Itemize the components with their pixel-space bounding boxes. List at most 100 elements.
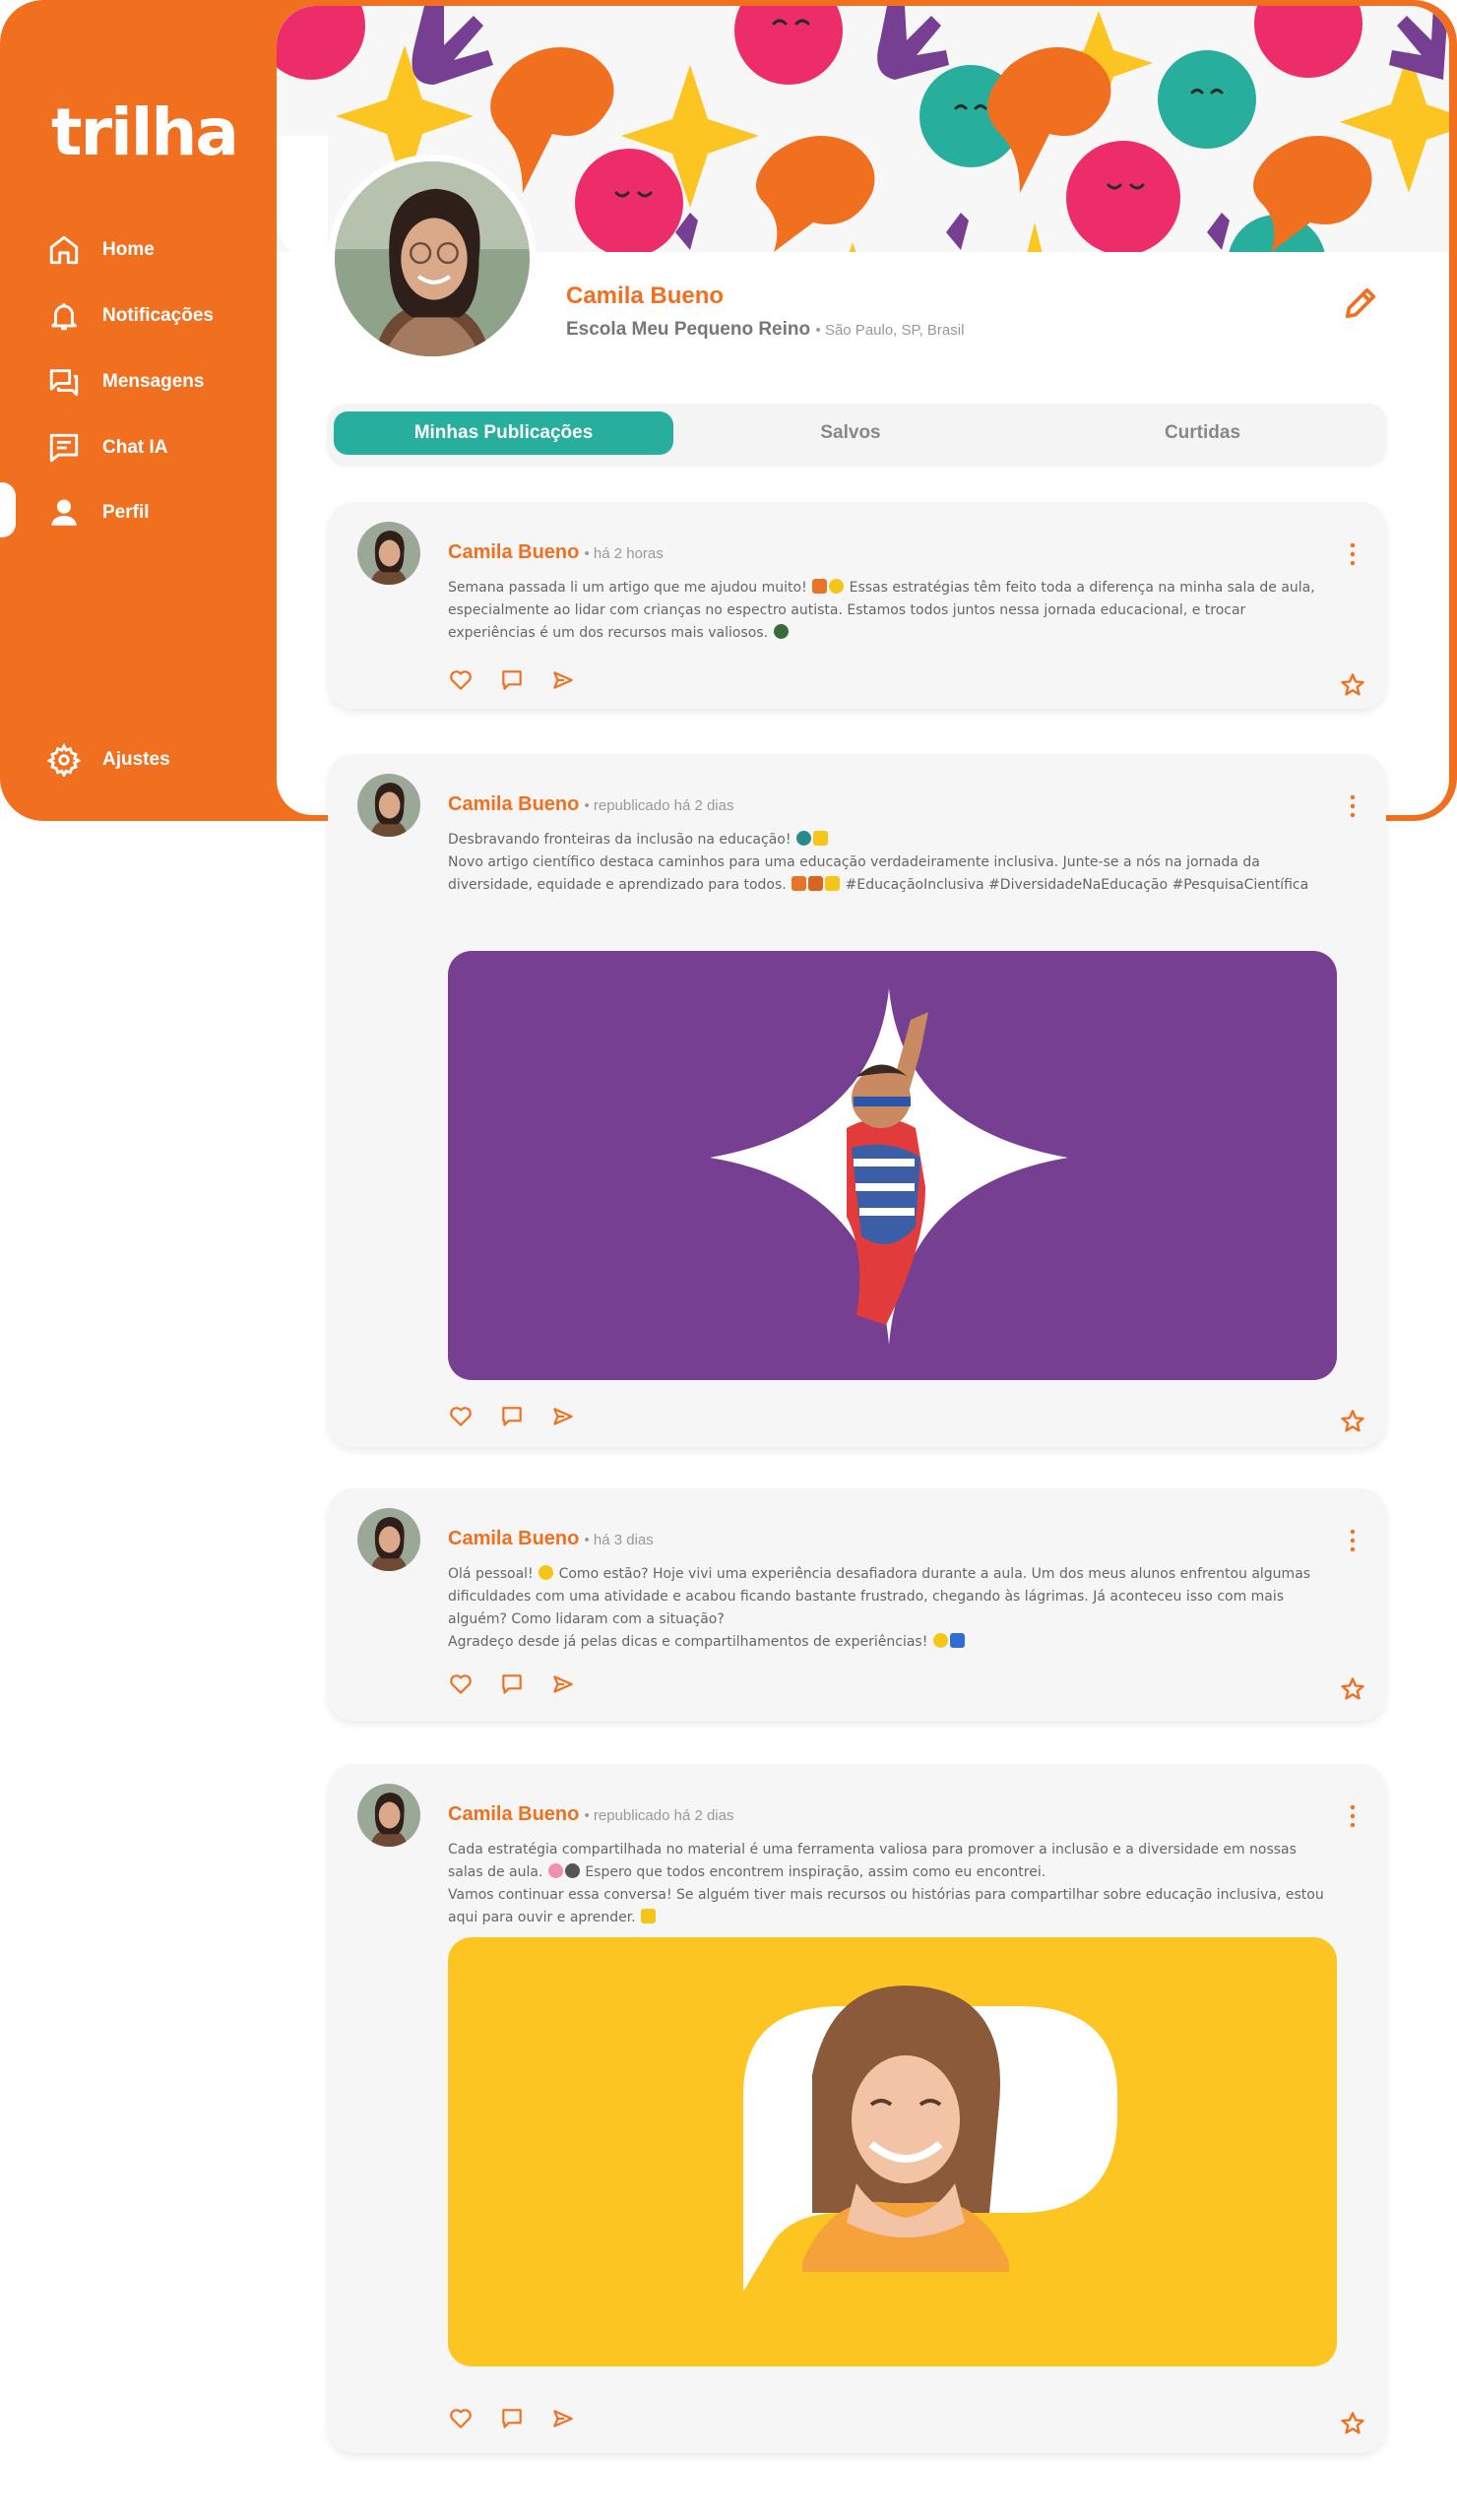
post-card: Camila Bueno • há 3 dias Olá pessoal! Co… xyxy=(328,1488,1386,1721)
post-author[interactable]: Camila Bueno xyxy=(448,1803,579,1825)
more-options-icon[interactable] xyxy=(1343,1526,1362,1555)
sidebar-item-chat-ia[interactable]: Chat IA xyxy=(47,428,168,468)
post-line: Olá pessoal! xyxy=(448,1566,534,1582)
post-hashtags[interactable]: #EducaçãoInclusiva #DiversidadeNaEducaçã… xyxy=(846,877,1309,893)
post-author[interactable]: Camila Bueno xyxy=(448,793,579,815)
post-text: Semana passada li um artigo que me ajudo… xyxy=(448,577,1334,645)
post-header: Camila Bueno • há 2 horas xyxy=(448,541,664,564)
post-image[interactable] xyxy=(448,951,1337,1380)
like-icon[interactable] xyxy=(448,2406,474,2431)
post-line: Espero que todos encontrem inspiração, a… xyxy=(585,1864,1046,1880)
save-star-icon[interactable] xyxy=(1339,2410,1366,2437)
smile-emoji xyxy=(932,1633,948,1648)
like-icon[interactable] xyxy=(448,1671,474,1697)
post-line: Vamos continuar essa conversa! Se alguém… xyxy=(448,1887,1324,1925)
profile-location: • São Paulo, SP, Brasil xyxy=(816,322,965,339)
messages-icon xyxy=(49,369,79,397)
share-icon[interactable] xyxy=(550,2406,576,2431)
comment-icon[interactable] xyxy=(499,1671,525,1697)
comment-icon[interactable] xyxy=(499,667,525,693)
more-options-icon[interactable] xyxy=(1343,539,1362,569)
share-icon[interactable] xyxy=(550,1404,576,1429)
post-timestamp: • há 2 horas xyxy=(584,545,664,562)
sidebar-item-perfil[interactable]: Perfil xyxy=(47,493,150,533)
separator: • xyxy=(815,322,821,339)
location-text: São Paulo, SP, Brasil xyxy=(824,322,965,339)
post-actions xyxy=(448,1404,576,1429)
post-card: Camila Bueno • há 2 horas Semana passada… xyxy=(328,502,1386,709)
share-icon[interactable] xyxy=(550,667,576,693)
sidebar-item-label: Home xyxy=(102,239,155,260)
smile-emoji xyxy=(538,1565,554,1580)
tab-salvos[interactable]: Salvos xyxy=(673,411,1028,455)
banner-corner xyxy=(277,136,328,258)
home-icon xyxy=(49,235,79,265)
profile-subtitle: Escola Meu Pequeno Reino • São Paulo, SP… xyxy=(566,319,964,341)
post-header: Camila Bueno • republicado há 2 dias xyxy=(448,1803,733,1826)
post-line: Semana passada li um artigo que me ajudo… xyxy=(448,580,807,596)
edit-profile-icon[interactable] xyxy=(1341,284,1380,323)
sidebar-item-home[interactable]: Home xyxy=(47,230,155,270)
comment-icon[interactable] xyxy=(499,1404,525,1429)
sidebar-item-ajustes[interactable]: Ajustes xyxy=(47,740,170,780)
post-actions xyxy=(448,667,576,693)
link-emoji xyxy=(564,1863,580,1878)
post-image[interactable] xyxy=(448,1937,1337,2366)
post-author[interactable]: Camila Bueno xyxy=(448,1528,579,1549)
sidebar-item-label: Mensagens xyxy=(102,371,205,392)
sparkle-emoji xyxy=(812,831,828,846)
blue-heart-emoji xyxy=(949,1633,965,1648)
post-timestamp: • há 3 dias xyxy=(584,1532,654,1548)
save-star-icon[interactable] xyxy=(1339,671,1366,699)
trilha-logo[interactable]: trilha xyxy=(51,94,239,170)
bell-icon xyxy=(51,303,77,331)
save-star-icon[interactable] xyxy=(1339,1675,1366,1703)
save-star-icon[interactable] xyxy=(1339,1408,1366,1435)
post-text: Desbravando fronteiras da inclusão na ed… xyxy=(448,829,1334,897)
more-options-icon[interactable] xyxy=(1343,791,1362,821)
post-actions xyxy=(448,1671,576,1697)
like-icon[interactable] xyxy=(448,1404,474,1429)
post-line: Como estão? Hoje vivi uma experiência de… xyxy=(448,1566,1311,1627)
heart-emoji xyxy=(825,876,841,891)
post-actions xyxy=(448,2406,576,2431)
post-avatar[interactable] xyxy=(357,774,420,837)
post-line: Agradeço desde já pelas dicas e comparti… xyxy=(448,1634,928,1650)
profile-school: Escola Meu Pequeno Reino xyxy=(566,319,811,340)
brain-emoji xyxy=(547,1863,563,1878)
post-avatar[interactable] xyxy=(357,522,420,585)
sidebar-item-mensagens[interactable]: Mensagens xyxy=(47,362,204,402)
like-icon[interactable] xyxy=(448,667,474,693)
post-avatar[interactable] xyxy=(357,1784,420,1847)
comment-icon[interactable] xyxy=(499,2406,525,2431)
more-options-icon[interactable] xyxy=(1343,1801,1362,1831)
sidebar-item-label: Ajustes xyxy=(102,749,170,770)
post-header: Camila Bueno • há 3 dias xyxy=(448,1528,654,1550)
share-icon[interactable] xyxy=(550,1671,576,1697)
post-timestamp: • republicado há 2 dias xyxy=(584,797,734,814)
globe-emoji xyxy=(795,831,811,846)
sidebar-item-notificacoes[interactable]: Notificações xyxy=(47,296,214,336)
tab-minhas-publicacoes[interactable]: Minhas Publicações xyxy=(334,411,673,455)
post-text: Cada estratégia compartilhada no materia… xyxy=(448,1839,1334,1929)
post-line: Desbravando fronteiras da inclusão na ed… xyxy=(448,832,792,848)
post-timestamp: • republicado há 2 dias xyxy=(584,1807,734,1824)
tab-curtidas[interactable]: Curtidas xyxy=(1028,411,1377,455)
sparkle-emoji xyxy=(829,579,845,594)
post-avatar[interactable] xyxy=(357,1508,420,1571)
post-author[interactable]: Camila Bueno xyxy=(448,541,579,563)
heart-emoji xyxy=(792,876,807,891)
post-header: Camila Bueno • republicado há 2 dias xyxy=(448,793,733,816)
post-text: Olá pessoal! Como estão? Hoje vivi uma e… xyxy=(448,1563,1334,1654)
book-emoji xyxy=(812,579,828,594)
sidebar-item-label: Notificações xyxy=(102,305,214,326)
profile-avatar[interactable] xyxy=(328,155,537,363)
sidebar-item-label: Chat IA xyxy=(102,437,168,458)
sidebar-item-label: Perfil xyxy=(102,502,150,523)
gear-icon xyxy=(47,743,81,777)
book-emoji xyxy=(808,876,824,891)
post-card: Camila Bueno • republicado há 2 dias Des… xyxy=(328,754,1386,1447)
user-icon xyxy=(51,499,77,526)
chat-ai-icon xyxy=(49,433,79,463)
profile-name: Camila Bueno xyxy=(566,283,725,309)
